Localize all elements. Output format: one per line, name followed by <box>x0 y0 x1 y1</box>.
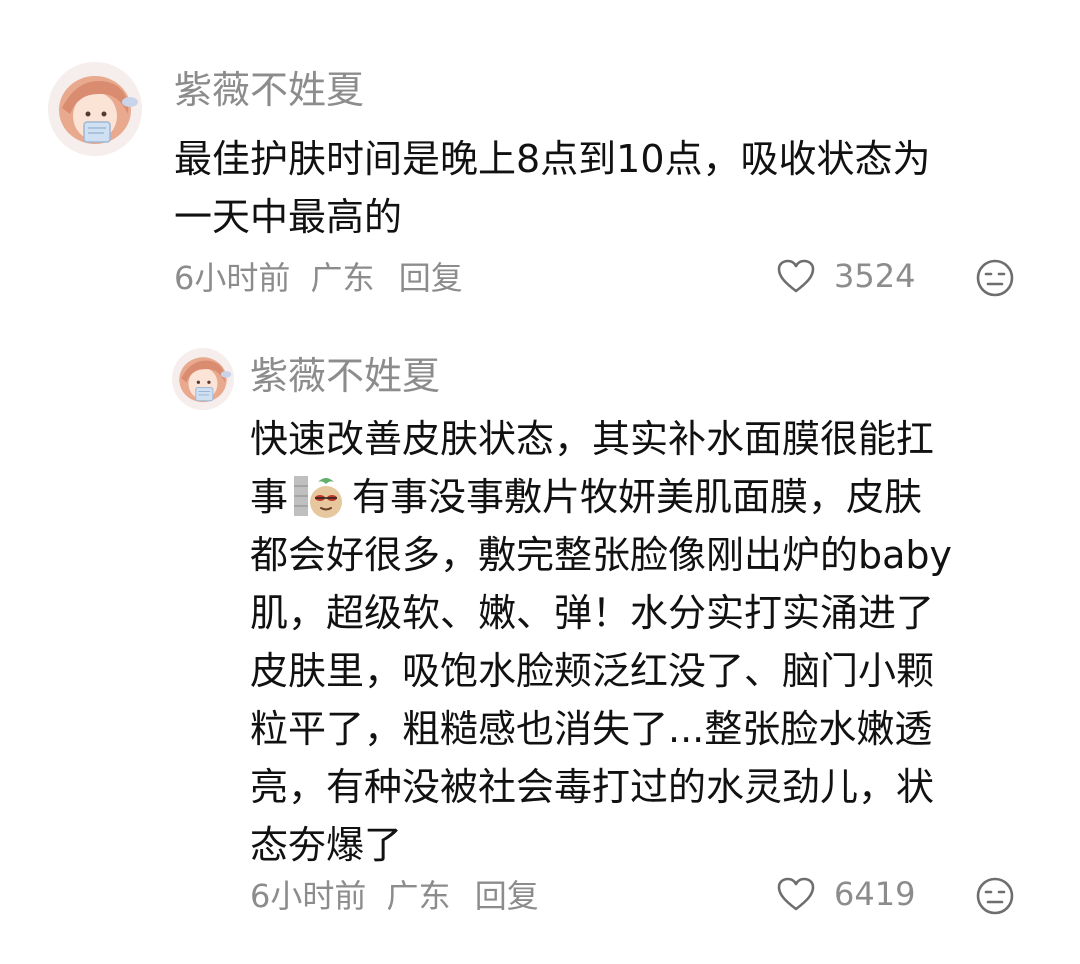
reply-time: 6小时前 <box>250 877 367 915</box>
heart-outline-icon <box>777 259 815 293</box>
reply-text-line: 皮肤里，吸饱水脸颊泛红没了、脑门小颗 <box>250 649 935 693</box>
reply-text-line: 态夯爆了 <box>250 823 403 867</box>
like-button[interactable]: 3524 <box>776 258 915 294</box>
comment-item: 紫薇不姓夏 最佳护肤时间是晚上8点到10点，吸收状态为 一天中最高的 6小时前 … <box>0 0 1080 320</box>
dislike-face-icon <box>976 259 1014 297</box>
reply-item: 紫薇不姓夏 快速改善皮肤状态，其实补水面膜很能扛 事 有事没事敷片牧妍美肌面膜，… <box>0 320 1080 964</box>
dislike-button[interactable] <box>975 876 1015 916</box>
heart-outline-icon <box>777 877 815 911</box>
reply-meta: 6小时前 广东 回复 <box>250 878 549 914</box>
reply-username[interactable]: 紫薇不姓夏 <box>250 356 440 396</box>
reply-text: 快速改善皮肤状态，其实补水面膜很能扛 事 有事没事敷片牧妍美肌面膜，皮肤 都会好… <box>250 410 952 874</box>
reply-text-line: 事 有事没事敷片牧妍美肌面膜，皮肤 <box>250 468 952 526</box>
anime-girl-avatar-icon <box>172 348 234 410</box>
avatar[interactable] <box>172 348 234 410</box>
comment-text-line: 一天中最高的 <box>174 195 403 239</box>
comment-time: 6小时前 <box>174 259 291 297</box>
comment-text-line: 最佳护肤时间是晚上8点到10点，吸收状态为 <box>174 137 931 181</box>
like-count: 6419 <box>834 875 916 913</box>
sticker-emoji-icon <box>292 472 346 520</box>
comment-text: 最佳护肤时间是晚上8点到10点，吸收状态为 一天中最高的 <box>174 130 931 246</box>
reply-location: 广东 <box>386 877 451 915</box>
reply-button[interactable]: 回复 <box>475 877 539 915</box>
anime-girl-avatar-icon <box>48 62 142 156</box>
dislike-face-icon <box>976 877 1014 915</box>
reply-text-fragment: 有事没事敷片牧妍美肌面膜，皮肤 <box>352 475 923 519</box>
reply-text-line: 粒平了，粗糙感也消失了...整张脸水嫩透 <box>250 707 933 751</box>
avatar[interactable] <box>48 62 142 156</box>
comment-location: 广东 <box>310 259 375 297</box>
reply-text-line: 快速改善皮肤状态，其实补水面膜很能扛 <box>250 417 935 461</box>
like-count: 3524 <box>834 257 916 295</box>
reply-text-line: 肌，超级软、嫩、弹！水分实打实涌进了 <box>250 591 935 635</box>
reply-text-line: 亮，有种没被社会毒打过的水灵劲儿，状 <box>250 765 935 809</box>
like-button[interactable]: 6419 <box>776 876 915 912</box>
comment-meta: 6小时前 广东 回复 <box>174 260 473 296</box>
reply-text-line: 都会好很多，敷完整张脸像刚出炉的baby <box>250 533 953 577</box>
reply-button[interactable]: 回复 <box>399 259 463 297</box>
reply-text-fragment: 事 <box>250 475 289 519</box>
comment-username[interactable]: 紫薇不姓夏 <box>174 70 364 110</box>
dislike-button[interactable] <box>975 258 1015 298</box>
